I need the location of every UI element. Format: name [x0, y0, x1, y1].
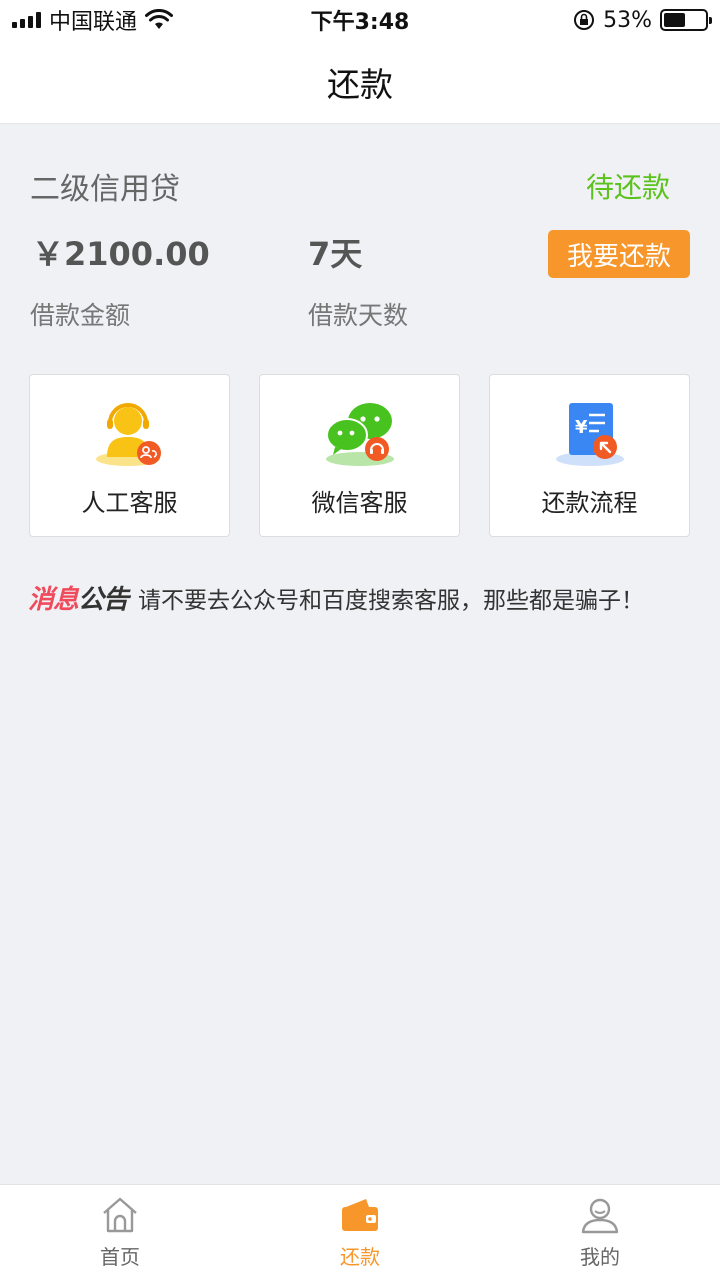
loan-days-label: 借款天数: [308, 301, 409, 330]
page-title: 还款: [327, 64, 393, 104]
service-label: 还款流程: [541, 489, 638, 517]
svg-text:¥: ¥: [575, 417, 588, 438]
tab-label: 还款: [340, 1245, 380, 1269]
battery-fill: [664, 13, 686, 27]
status-left: 中国联通: [12, 4, 174, 36]
repay-button[interactable]: 我要还款: [548, 230, 690, 278]
customer-service-icon: [95, 403, 161, 466]
wallet-icon: [342, 1199, 378, 1231]
loan-days: 7天: [308, 235, 363, 273]
loan-amount-label: 借款金额: [30, 301, 131, 330]
notice-tag-part2: 公告: [78, 585, 129, 615]
repayment-process-icon: ¥: [555, 403, 624, 466]
tab-label: 首页: [100, 1245, 140, 1269]
profile-icon: [581, 1198, 619, 1234]
loan-name: 二级信用贷: [30, 172, 180, 207]
rotation-lock-icon: [574, 10, 595, 30]
status-right: 53%: [573, 7, 712, 33]
notice-text: 请不要去公众号和百度搜索客服，那些都是骗子！: [138, 587, 645, 614]
loan-amount: ￥2100.00: [32, 235, 210, 273]
service-human-support[interactable]: 人工客服: [29, 374, 230, 537]
service-grid: 人工客服 微信客服 ¥ 还款流程: [29, 374, 690, 537]
loan-status: 待还款: [585, 171, 670, 204]
notice-tag-part1: 消息: [28, 585, 79, 615]
notice-banner: 消息公告 请不要去公众号和百度搜索客服，那些都是骗子！: [28, 579, 644, 616]
tab-home[interactable]: 首页: [60, 1195, 180, 1270]
battery-percent: 53%: [603, 7, 652, 33]
signal-icon: [12, 12, 41, 28]
wifi-icon: [145, 9, 174, 29]
home-icon: [103, 1197, 137, 1233]
service-label: 微信客服: [311, 489, 408, 517]
service-repayment-process[interactable]: ¥ 还款流程: [489, 374, 690, 537]
notice-tag: 消息公告: [28, 579, 129, 616]
service-label: 人工客服: [81, 489, 178, 517]
tab-mine[interactable]: 我的: [540, 1195, 660, 1270]
nav-bar: 还款: [0, 40, 720, 124]
wechat-icon: [325, 403, 394, 466]
tab-repay[interactable]: 还款: [300, 1195, 420, 1270]
service-wechat-support[interactable]: 微信客服: [259, 374, 460, 537]
tab-label: 我的: [580, 1245, 620, 1269]
tab-bar: 首页 还款 我的: [0, 1184, 720, 1280]
battery-icon: [660, 9, 712, 31]
status-bar: 中国联通 下午3:48 53%: [0, 0, 720, 40]
carrier-name: 中国联通: [49, 10, 138, 35]
